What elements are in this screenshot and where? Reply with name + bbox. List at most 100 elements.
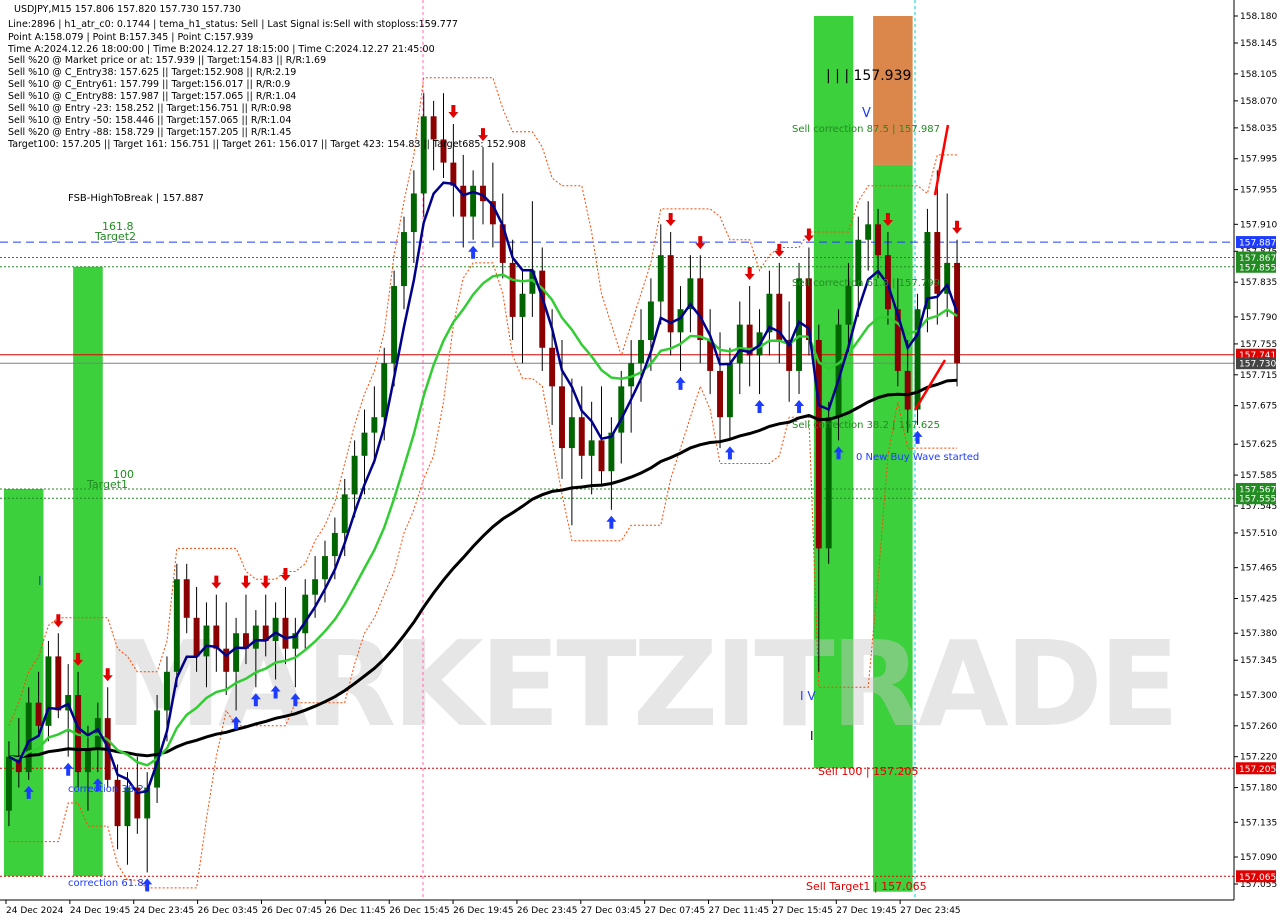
bear-candle	[549, 347, 556, 387]
info-line: Sell %10 @ Entry -50: 158.446 || Target:…	[8, 115, 291, 126]
bull-candle	[410, 193, 417, 233]
bull-candle	[351, 455, 358, 495]
time-tick-label: 26 Dec 23:45	[517, 906, 578, 916]
price-tag-label: 157.205	[1239, 765, 1276, 775]
bull-candle	[163, 671, 170, 711]
new-buy-wave-label: 0 New Buy Wave started	[856, 452, 979, 463]
bear-candle	[430, 116, 437, 140]
sell-corr618-label: Sell correction 61.8 | 157.799	[792, 278, 940, 289]
price-axis	[1233, 0, 1280, 920]
price-tick-label: 157.260	[1240, 722, 1277, 732]
bull-candle	[420, 116, 427, 194]
bull-candle	[381, 363, 388, 418]
bear-candle	[35, 702, 42, 726]
price-tick-label: 157.955	[1240, 186, 1277, 196]
bull-candle	[272, 617, 279, 641]
bull-candle	[825, 417, 832, 549]
time-tick-label: 26 Dec 15:45	[389, 906, 450, 916]
wave-i-label: I	[38, 574, 42, 588]
bear-candle	[697, 278, 704, 341]
chart-background	[0, 0, 1280, 920]
price-tag-label: 157.065	[1239, 873, 1276, 883]
bear-candle	[875, 224, 882, 256]
time-tick-label: 27 Dec 07:45	[645, 906, 706, 916]
time-tick-label: 27 Dec 03:45	[581, 906, 642, 916]
bull-candle	[371, 417, 378, 433]
bear-candle	[904, 370, 911, 410]
bear-candle	[460, 185, 467, 217]
price-tick-label: 157.510	[1240, 529, 1277, 539]
info-line: Sell %10 @ C_Entry38: 157.625 || Target:…	[8, 67, 296, 78]
bull-candle	[845, 286, 852, 325]
wave-i2-label: I	[810, 729, 814, 743]
info-line: Line:2896 | h1_atr_c0: 0.1744 | tema_h1_…	[8, 19, 458, 30]
bull-candle	[312, 579, 319, 595]
bear-candle	[815, 340, 822, 549]
price-tick-label: 157.300	[1240, 691, 1277, 701]
sell-target1-label: Sell Target1 | 157.065	[806, 880, 927, 893]
fsb-label: FSB-HighToBreak | 157.887	[68, 193, 204, 204]
info-line: Sell %20 @ Market price or at: 157.939 |…	[8, 55, 326, 66]
time-tick-label: 27 Dec 11:45	[709, 906, 770, 916]
time-tick-label: 26 Dec 03:45	[198, 906, 259, 916]
price-tick-label: 157.715	[1240, 371, 1277, 381]
time-tick-label: 26 Dec 07:45	[261, 906, 322, 916]
price-tick-label: 157.625	[1240, 440, 1277, 450]
price-tick-label: 157.465	[1240, 564, 1277, 574]
bull-candle	[84, 748, 91, 773]
price-tick-label: 157.425	[1240, 595, 1277, 605]
price-tag-label: 157.730	[1239, 360, 1276, 370]
info-line: Time A:2024.12.26 18:00:00 | Time B:2024…	[7, 44, 435, 55]
price-tick-label: 158.035	[1240, 124, 1277, 134]
price-tick-label: 157.995	[1240, 155, 1277, 165]
bull-candle	[470, 185, 477, 217]
bull-candle	[401, 232, 407, 287]
bear-candle	[213, 625, 220, 649]
bull-candle	[361, 432, 368, 456]
bull-candle	[647, 301, 654, 341]
bull-candle	[322, 556, 328, 580]
bull-candle	[341, 494, 348, 533]
price-tick-label: 157.675	[1240, 402, 1277, 412]
bull-candle	[677, 309, 684, 333]
price-tick-label: 157.220	[1240, 753, 1277, 763]
time-tick-label: 27 Dec 23:45	[900, 906, 961, 916]
price-tag-label: 157.555	[1239, 495, 1276, 505]
price-tick-label: 158.145	[1240, 39, 1277, 49]
time-tick-label: 24 Dec 23:45	[134, 906, 195, 916]
bear-candle	[55, 656, 62, 711]
bear-candle	[598, 440, 605, 472]
info-line: Sell %10 @ C_Entry61: 157.799 || Target:…	[8, 79, 290, 90]
wave-iv-label: I V	[800, 689, 816, 703]
bear-candle	[183, 579, 190, 618]
price-tick-label: 158.105	[1240, 70, 1277, 80]
bull-candle	[5, 756, 12, 811]
bull-candle	[726, 363, 733, 418]
info-line: Sell %10 @ Entry -23: 158.252 || Target:…	[8, 103, 291, 114]
bull-candle	[302, 594, 309, 634]
info-line: Point A:158.079 | Point B:157.345 | Poin…	[8, 32, 253, 43]
price-tick-label: 157.585	[1240, 471, 1277, 481]
bear-candle	[717, 370, 723, 418]
time-tick-label: 27 Dec 19:45	[836, 906, 897, 916]
time-tick-label: 27 Dec 15:45	[772, 906, 833, 916]
bull-candle	[173, 579, 180, 672]
bear-candle	[539, 270, 546, 348]
bear-candle	[193, 617, 200, 657]
bull-candle	[865, 224, 872, 240]
price-tick-label: 158.180	[1240, 12, 1277, 22]
corr618-label: correction 61.8	[68, 878, 144, 889]
target2-label: Target2	[94, 230, 136, 243]
chart-window[interactable]: MARKETZITRADE USDJPY,M15 157.806 157.820…	[0, 0, 1280, 920]
price-tick-label: 157.755	[1240, 340, 1277, 350]
price-tick-label: 157.910	[1240, 220, 1277, 230]
chart-canvas[interactable]: MARKETZITRADE USDJPY,M15 157.806 157.820…	[0, 0, 1280, 920]
time-tick-label: 26 Dec 19:45	[453, 906, 514, 916]
price-axis-background	[1234, 0, 1280, 920]
price-tick-label: 157.345	[1240, 656, 1277, 666]
sell-corr875-label: Sell correction 87.5 | 157.987	[792, 124, 940, 135]
zone-rect	[4, 488, 44, 877]
bull-candle	[568, 417, 575, 449]
sell100-label: Sell 100 | 157.205	[818, 765, 919, 778]
bear-candle	[450, 162, 457, 186]
